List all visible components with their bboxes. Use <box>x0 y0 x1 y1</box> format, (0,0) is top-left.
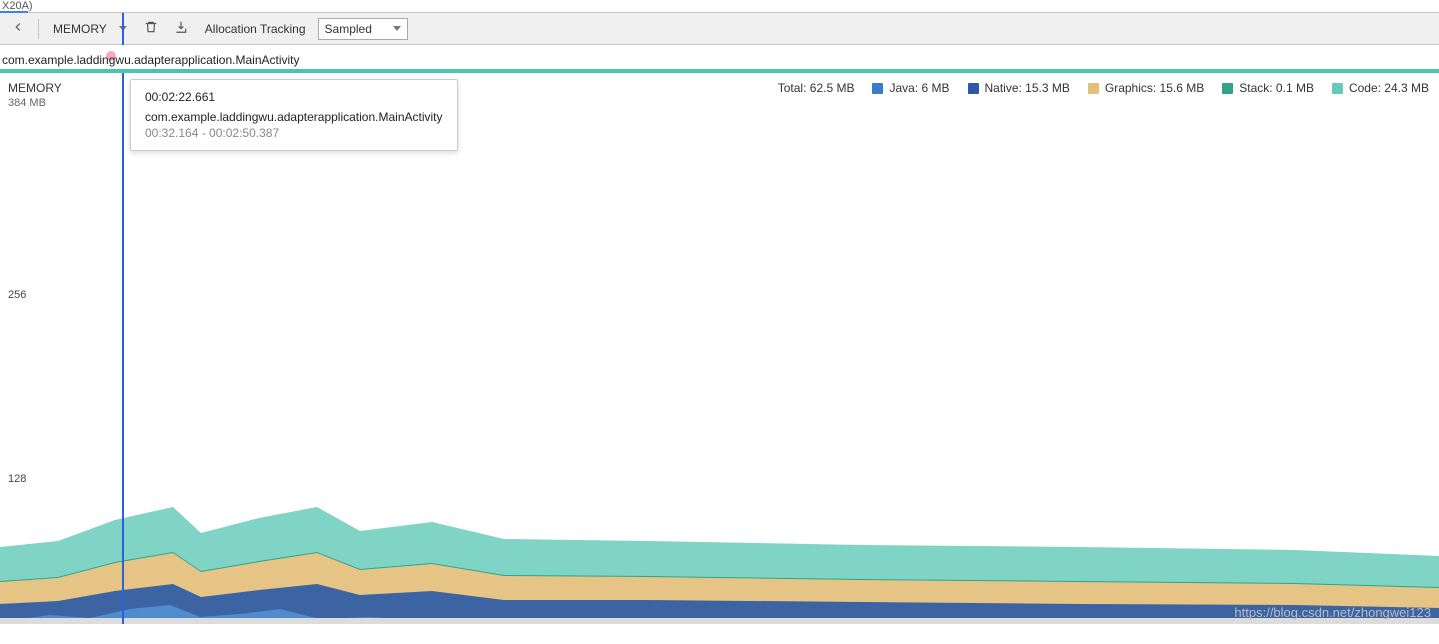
toolbar-separator <box>38 19 39 39</box>
profiler-selector[interactable]: MEMORY <box>47 22 133 36</box>
trash-icon <box>144 20 158 37</box>
download-icon <box>174 20 188 37</box>
hover-tooltip: 00:02:22.661 com.example.laddingwu.adapt… <box>130 79 458 151</box>
sampling-mode-value: Sampled <box>325 22 372 36</box>
activity-name: com.example.laddingwu.adapterapplication… <box>2 53 300 67</box>
profiler-selector-label: MEMORY <box>53 22 107 36</box>
sampling-mode-select[interactable]: Sampled <box>318 18 408 40</box>
active-tab-indicator <box>0 11 28 13</box>
back-button[interactable] <box>6 17 30 41</box>
allocation-tracking-label: Allocation Tracking <box>199 22 312 36</box>
horizontal-scrollbar[interactable] <box>0 618 1439 624</box>
watermark: https://blog.csdn.net/zhongwei123 <box>1234 605 1431 620</box>
window-tab-strip: X20A) <box>0 0 1439 13</box>
time-cursor[interactable] <box>122 13 124 45</box>
tooltip-activity: com.example.laddingwu.adapterapplication… <box>145 110 443 124</box>
arrow-left-icon <box>11 20 25 37</box>
activity-timeline[interactable]: com.example.laddingwu.adapterapplication… <box>0 45 1439 73</box>
dump-heap-button[interactable] <box>169 17 193 41</box>
tooltip-time-range: 00:32.164 - 00:02:50.387 <box>145 126 443 140</box>
chevron-down-icon <box>393 26 401 31</box>
time-cursor[interactable] <box>122 73 124 624</box>
profiler-toolbar: MEMORY Allocation Tracking Sampled <box>0 13 1439 45</box>
memory-chart[interactable]: MEMORY 384 MB Total: 62.5 MB Java: 6 MB … <box>0 73 1439 624</box>
tooltip-time: 00:02:22.661 <box>145 90 443 104</box>
stacked-area-svg <box>0 73 1439 624</box>
delete-button[interactable] <box>139 17 163 41</box>
